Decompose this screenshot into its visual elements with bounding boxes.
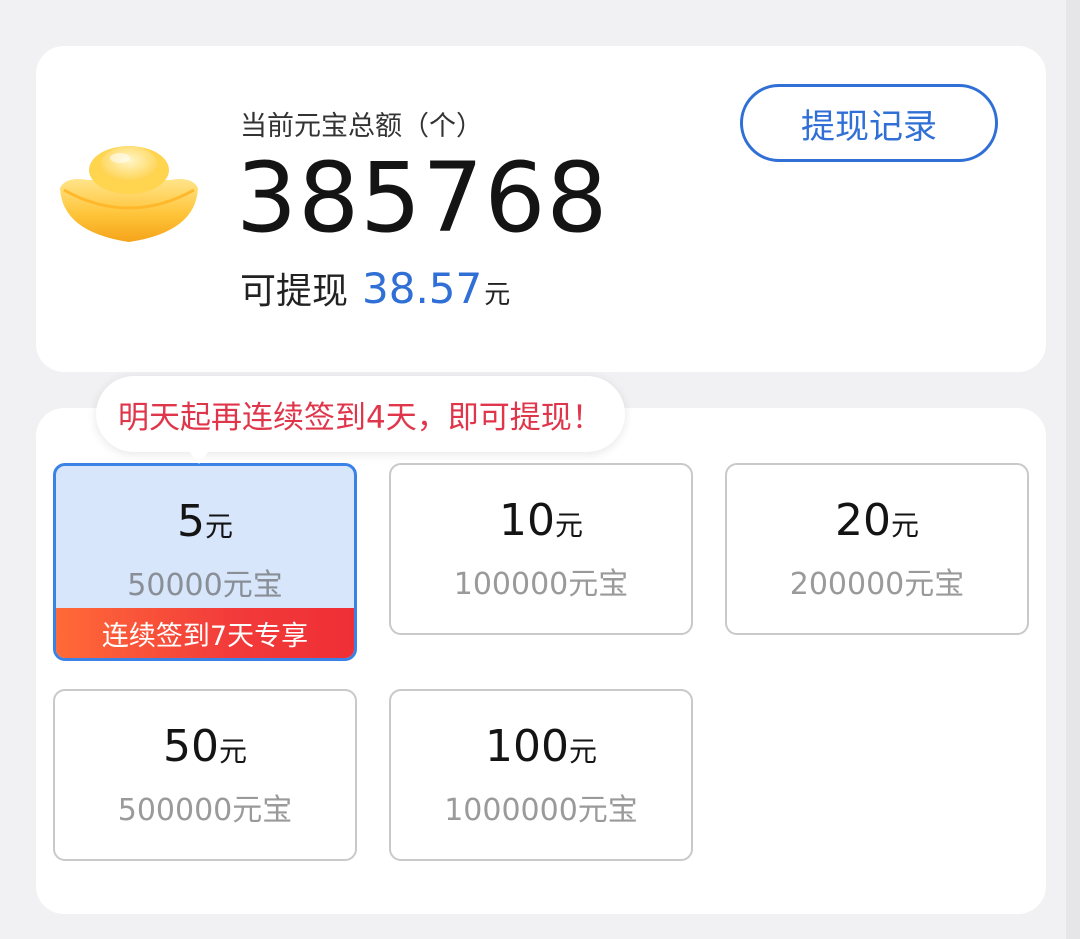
option-coins: 100000元宝	[453, 567, 629, 602]
option-price: 10元	[391, 495, 691, 546]
withdrawable-unit: 元	[484, 280, 511, 310]
option-5-yuan[interactable]: 5元 50000元宝 连续签到7天专享	[53, 463, 357, 661]
option-20-yuan[interactable]: 20元 200000元宝	[725, 463, 1029, 635]
option-amount: 100	[485, 721, 569, 772]
withdrawable-amount: 38.57	[362, 264, 483, 313]
option-coins: 1000000元宝	[444, 793, 638, 828]
option-price: 20元	[727, 495, 1027, 546]
option-price: 100元	[391, 721, 691, 772]
withdrawable-label: 可提现	[240, 271, 349, 312]
balance-label: 当前元宝总额（个）	[240, 111, 483, 142]
sign-in-tip-bubble: 明天起再连续签到4天，即可提现！	[96, 376, 625, 452]
option-amount: 10	[498, 495, 555, 546]
option-coins: 50000元宝	[127, 568, 283, 603]
option-50-yuan[interactable]: 50元 500000元宝	[53, 689, 357, 861]
option-unit: 元	[204, 510, 233, 543]
withdrawal-record-button[interactable]: 提现记录	[740, 84, 998, 162]
option-unit: 元	[554, 509, 583, 542]
option-100-yuan[interactable]: 100元 1000000元宝	[389, 689, 693, 861]
tip-arrow	[187, 448, 211, 464]
option-unit: 元	[890, 509, 919, 542]
withdrawable-row: 可提现 38.57 元	[240, 262, 510, 314]
option-price: 50元	[55, 721, 355, 772]
option-coins: 500000元宝	[117, 793, 293, 828]
scrollbar[interactable]	[1066, 0, 1080, 939]
option-amount: 50	[162, 721, 219, 772]
option-10-yuan[interactable]: 10元 100000元宝	[389, 463, 693, 635]
option-price: 5元	[56, 496, 354, 547]
gold-ingot-icon	[60, 146, 198, 242]
option-amount: 20	[834, 495, 891, 546]
option-coins: 200000元宝	[789, 567, 965, 602]
streak-exclusive-badge: 连续签到7天专享	[56, 608, 354, 658]
option-unit: 元	[568, 735, 597, 768]
option-unit: 元	[218, 735, 247, 768]
balance-value: 385768	[236, 142, 609, 254]
option-amount: 5	[176, 496, 205, 547]
